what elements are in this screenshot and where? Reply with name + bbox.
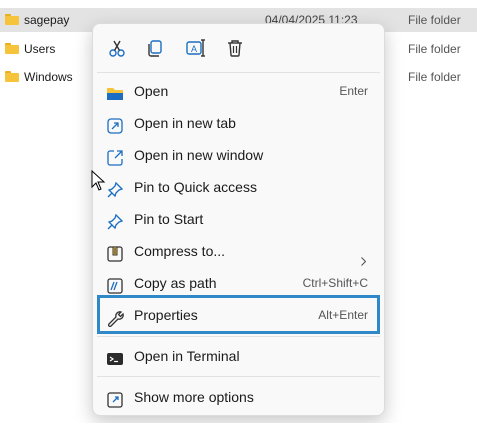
menu-label: Pin to Quick access [134,179,257,195]
chevron-right-icon [361,246,367,266]
terminal-icon [106,348,124,366]
menu-label: Compress to... [134,243,226,259]
folder-open-icon [106,83,124,101]
menu-divider [97,336,380,337]
menu-shortcut: Enter [339,84,368,98]
folder-icon [5,43,19,54]
pin-icon [106,211,124,230]
menu-divider [97,72,380,73]
more-options-icon [106,389,124,408]
menu-shortcut: Ctrl+Shift+C [302,276,368,290]
file-type: File folder [408,42,461,56]
delete-icon[interactable] [223,36,247,60]
new-window-icon [106,147,124,166]
zip-icon [106,243,124,262]
cut-icon[interactable] [105,36,129,60]
file-name: sagepay [24,13,70,27]
menu-item-open[interactable]: Open Enter [93,76,384,106]
file-type: File folder [408,70,461,84]
menu-label: Open [134,83,169,99]
svg-text:A: A [191,44,197,54]
mouse-cursor-icon [91,169,107,192]
folder-icon [5,14,19,25]
copy-icon[interactable] [143,36,167,60]
rename-icon[interactable]: A [183,36,207,60]
menu-label: Show more options [134,389,254,405]
folder-icon [5,71,19,82]
menu-label: Open in Terminal [134,348,240,364]
file-type: File folder [408,13,461,27]
context-menu: A Open Enter Open in new tab Open in new… [92,23,385,416]
new-tab-icon [106,115,124,134]
menu-item-compress[interactable]: Compress to... [93,236,384,266]
menu-label: Copy as path [134,275,217,291]
properties-highlight-box [97,295,380,334]
menu-divider [97,376,380,377]
menu-item-copy-as-path[interactable]: Copy as path Ctrl+Shift+C [93,268,384,298]
file-name: Windows [24,70,73,84]
menu-item-pin-quick-access[interactable]: Pin to Quick access [93,172,384,202]
menu-item-show-more-options[interactable]: Show more options [93,382,384,412]
menu-item-open-new-tab[interactable]: Open in new tab [93,108,384,138]
menu-label: Open in new window [134,147,264,163]
pin-icon [106,179,124,198]
menu-item-open-terminal[interactable]: Open in Terminal [93,341,384,371]
copy-path-icon [106,275,124,294]
file-name: Users [24,42,56,56]
context-toolbar: A [93,24,384,72]
menu-label: Pin to Start [134,211,204,227]
menu-label: Open in new tab [134,115,236,131]
menu-item-pin-start[interactable]: Pin to Start [93,204,384,234]
menu-item-open-new-window[interactable]: Open in new window [93,140,384,170]
